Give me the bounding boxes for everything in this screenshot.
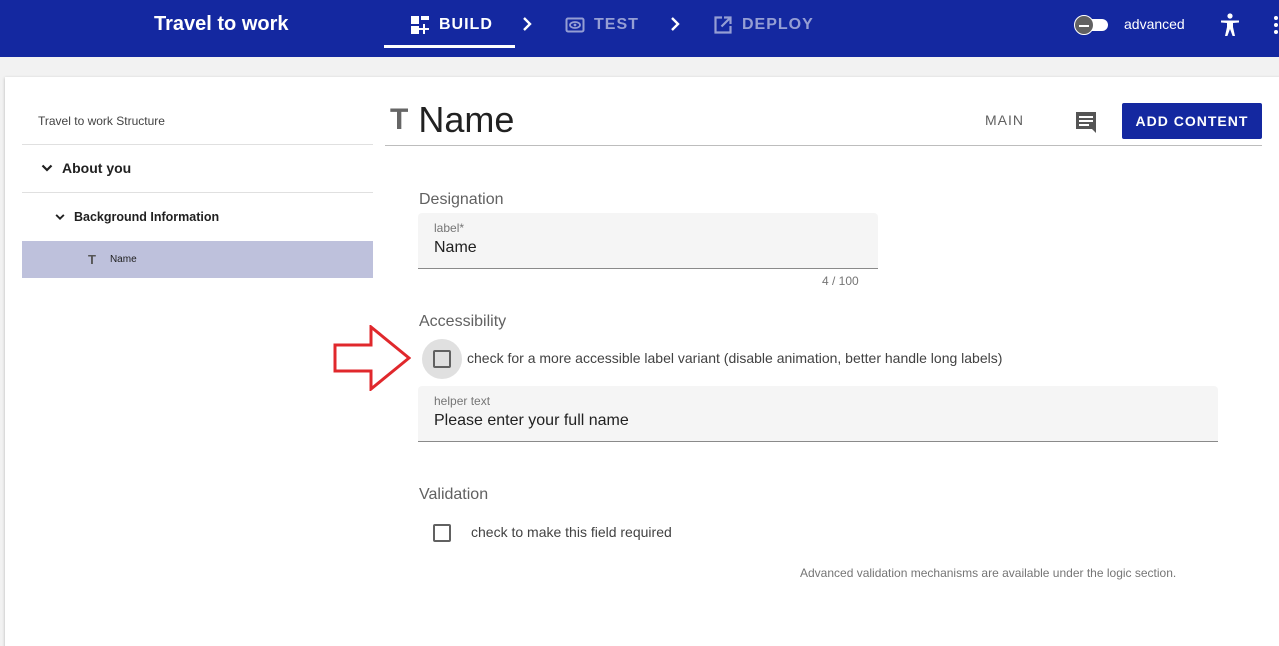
checkbox-box[interactable]: [433, 524, 451, 542]
toggle-knob: [1074, 15, 1094, 35]
text-type-icon: T: [390, 103, 409, 136]
validation-heading: Validation: [419, 486, 489, 503]
add-content-button[interactable]: ADD CONTENT: [1122, 103, 1262, 139]
page-title: T Name: [390, 98, 514, 142]
top-app-bar: Travel to work BUILD TEST DEPLOY advance…: [0, 0, 1279, 57]
helper-text-label: helper text: [434, 394, 491, 408]
step-test-label: TEST: [594, 15, 639, 33]
character-counter: 4 / 100: [822, 274, 859, 288]
sidebar-item-background-information[interactable]: Background Information: [22, 205, 373, 229]
helper-text-value[interactable]: Please enter your full name: [434, 412, 629, 430]
required-checkbox[interactable]: [422, 513, 462, 553]
chevron-right-icon: [665, 14, 685, 34]
step-build-label: BUILD: [439, 15, 493, 33]
chevron-right-icon: [517, 14, 537, 34]
accessible-label-checkbox[interactable]: [422, 339, 462, 379]
step-test-tab[interactable]: TEST: [565, 0, 639, 49]
sidebar-item-label: Background Information: [74, 210, 220, 224]
accessibility-icon[interactable]: [1219, 13, 1241, 37]
text-type-icon: T: [88, 252, 96, 267]
structure-title: Travel to work Structure: [38, 114, 165, 128]
chevron-down-icon[interactable]: [54, 211, 66, 223]
divider: [22, 144, 373, 145]
step-deploy-tab[interactable]: DEPLOY: [713, 0, 814, 49]
chevron-down-icon[interactable]: [40, 161, 54, 175]
label-field[interactable]: label* Name: [418, 213, 878, 269]
red-arrow-annotation: [333, 325, 411, 391]
sidebar-item-label: About you: [62, 160, 132, 176]
active-step-indicator: [384, 45, 515, 48]
divider: [385, 145, 1262, 146]
open-external-icon: [713, 15, 733, 35]
required-checkbox-label[interactable]: check to make this field required: [471, 524, 672, 540]
more-vert-icon[interactable]: [1274, 16, 1279, 34]
sidebar-item-about-you[interactable]: About you: [22, 155, 373, 181]
designation-heading: Designation: [419, 191, 504, 208]
step-build-tab[interactable]: BUILD: [384, 0, 515, 49]
advanced-label: advanced: [1124, 16, 1185, 32]
sidebar-item-label: Name: [109, 254, 137, 265]
main-button[interactable]: MAIN: [985, 112, 1024, 128]
accessible-label-checkbox-label[interactable]: check for a more accessible label varian…: [467, 350, 1002, 366]
accessibility-heading: Accessibility: [419, 313, 507, 330]
helper-text-field[interactable]: helper text Please enter your full name: [418, 386, 1218, 442]
divider: [22, 192, 373, 193]
eye-icon: [565, 15, 585, 35]
step-deploy-label: DEPLOY: [742, 15, 814, 33]
page-title-text: Name: [418, 99, 515, 140]
app-title: Travel to work: [154, 13, 289, 35]
advanced-toggle[interactable]: [1074, 15, 1110, 35]
label-field-value[interactable]: Name: [434, 239, 477, 257]
label-field-label: label*: [434, 221, 465, 235]
validation-hint: Advanced validation mechanisms are avail…: [800, 566, 1177, 580]
sidebar-item-name[interactable]: T Name: [22, 241, 373, 278]
build-icon: [410, 15, 430, 35]
checkbox-box[interactable]: [433, 350, 451, 368]
comment-icon[interactable]: [1075, 111, 1097, 133]
